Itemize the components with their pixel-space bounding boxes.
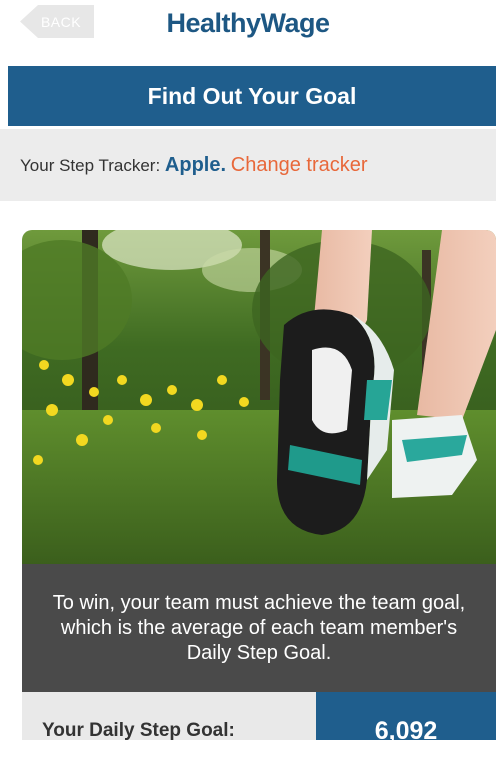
change-tracker-link[interactable]: Change tracker: [231, 154, 368, 176]
daily-step-goal-value: 6,092: [316, 692, 496, 740]
goal-card: To win, your team must achieve the team …: [22, 230, 496, 740]
daily-step-goal-label: Your Daily Step Goal:: [22, 692, 316, 740]
running-shoe-illustration: [22, 230, 496, 564]
running-shoe-photo: [22, 230, 496, 564]
tracker-prefix: Your Step Tracker:: [20, 155, 161, 175]
tracker-name: Apple.: [164, 153, 227, 176]
page-title: Find Out Your Goal: [8, 66, 496, 126]
top-bar: BACK HealthyWage: [0, 0, 496, 64]
team-goal-info: To win, your team must achieve the team …: [22, 564, 496, 692]
step-tracker-bar: Your Step Tracker: Apple. Change tracker: [0, 129, 496, 201]
tracker-line: Your Step Tracker: Apple. Change tracker: [20, 154, 368, 177]
healthywage-logo: HealthyWage: [166, 8, 330, 38]
daily-step-goal-row: Your Daily Step Goal: 6,092: [22, 692, 496, 740]
